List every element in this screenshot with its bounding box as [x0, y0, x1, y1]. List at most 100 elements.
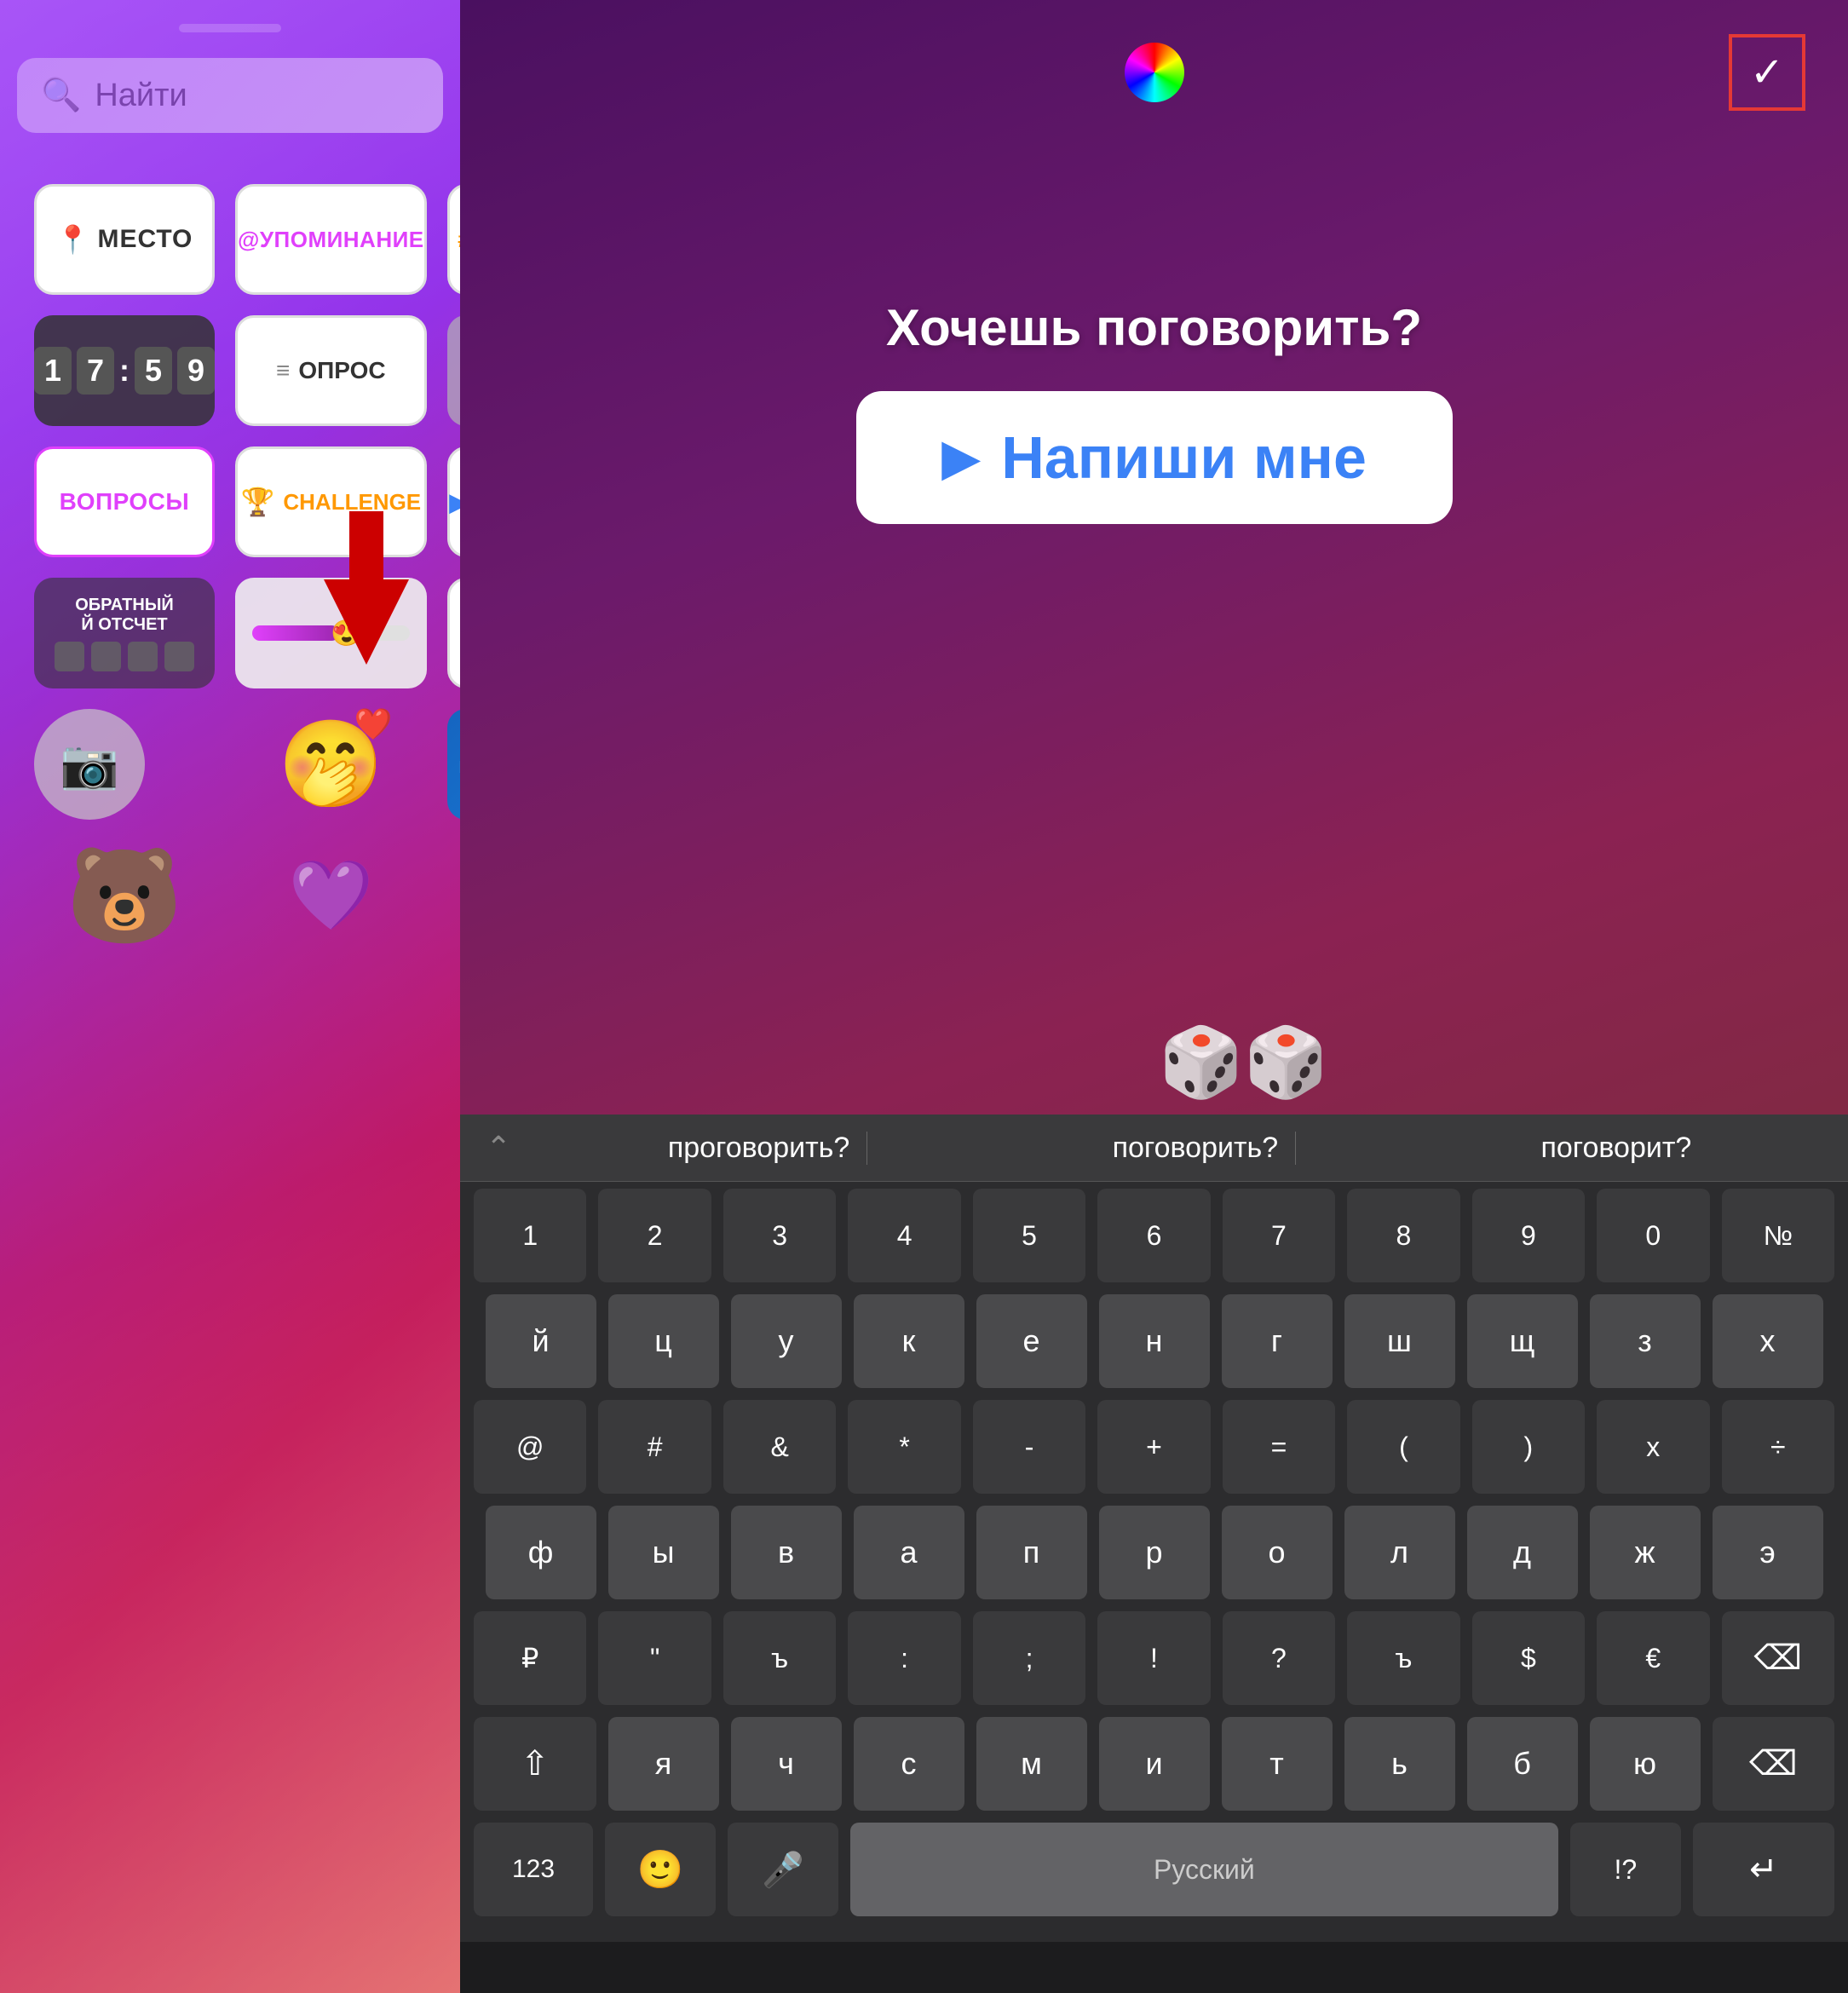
- key-1[interactable]: 1: [474, 1189, 586, 1282]
- key-я[interactable]: я: [608, 1717, 719, 1811]
- key-г[interactable]: г: [1222, 1294, 1333, 1388]
- autocomplete-word-3[interactable]: поговорит?: [1523, 1132, 1708, 1165]
- key-eq[interactable]: =: [1223, 1400, 1335, 1494]
- key-8[interactable]: 8: [1347, 1189, 1459, 1282]
- key-щ[interactable]: щ: [1467, 1294, 1578, 1388]
- key-mic[interactable]: 🎤: [728, 1823, 838, 1916]
- sticker-camera[interactable]: 📷: [34, 709, 145, 820]
- key-rub[interactable]: ₽: [474, 1611, 586, 1705]
- key-ю[interactable]: ю: [1590, 1717, 1701, 1811]
- sticker-search-q[interactable]: 🔍: [447, 315, 460, 426]
- sticker-countdown[interactable]: ОБРАТНЫЙЙ ОТСЧЕТ: [34, 578, 215, 688]
- key-э[interactable]: э: [1713, 1506, 1823, 1599]
- key-7[interactable]: 7: [1223, 1189, 1335, 1282]
- key-0[interactable]: 0: [1597, 1189, 1709, 1282]
- napishi-button[interactable]: ▶ Напиши мне: [856, 391, 1453, 524]
- key-ч[interactable]: ч: [731, 1717, 842, 1811]
- key-123[interactable]: 123: [474, 1823, 593, 1916]
- key-а[interactable]: а: [854, 1506, 964, 1599]
- search-input[interactable]: Найти: [95, 78, 187, 114]
- key-ф[interactable]: ф: [486, 1506, 596, 1599]
- key-delete[interactable]: ⌫: [1722, 1611, 1834, 1705]
- key-т[interactable]: т: [1222, 1717, 1333, 1811]
- key-д[interactable]: д: [1467, 1506, 1578, 1599]
- key-amp[interactable]: &: [723, 1400, 836, 1494]
- key-quest[interactable]: !: [1097, 1611, 1210, 1705]
- key-р[interactable]: р: [1099, 1506, 1210, 1599]
- sticker-business[interactable]: 🛍️ ПОДДЕРЖИМ МАЛЫЙ БИЗНЕС: [447, 709, 460, 820]
- key-в[interactable]: в: [731, 1506, 842, 1599]
- sticker-mention[interactable]: @УПОМИНАНИЕ: [235, 184, 427, 295]
- key-hash[interactable]: #: [598, 1400, 711, 1494]
- sticker-napishi-small[interactable]: ▶ Напиши мне: [447, 446, 460, 557]
- key-colon[interactable]: :: [848, 1611, 960, 1705]
- color-wheel[interactable]: [1125, 43, 1184, 102]
- key-space[interactable]: Русский: [850, 1823, 1558, 1916]
- key-о[interactable]: о: [1222, 1506, 1333, 1599]
- sticker-purple-heart[interactable]: 💜: [235, 840, 427, 951]
- key-3[interactable]: 3: [723, 1189, 836, 1282]
- key-п[interactable]: п: [976, 1506, 1087, 1599]
- sticker-challenge[interactable]: 🏆 CHALLENGE: [235, 446, 427, 557]
- key-plus[interactable]: +: [1097, 1400, 1210, 1494]
- key-к[interactable]: к: [854, 1294, 964, 1388]
- key-x[interactable]: x: [1597, 1400, 1709, 1494]
- sticker-slider[interactable]: 😍: [235, 578, 427, 688]
- key-delete2[interactable]: ⌫: [1713, 1717, 1835, 1811]
- key-4[interactable]: 4: [848, 1189, 960, 1282]
- key-ь[interactable]: ь: [1344, 1717, 1455, 1811]
- sticker-voprosy[interactable]: ВОПРОСЫ: [34, 446, 215, 557]
- key-с[interactable]: с: [854, 1717, 964, 1811]
- key-at[interactable]: @: [474, 1400, 586, 1494]
- key-return[interactable]: ↵: [1693, 1823, 1834, 1916]
- key-ш[interactable]: ш: [1344, 1294, 1455, 1388]
- key-lpar[interactable]: (: [1347, 1400, 1459, 1494]
- key-2[interactable]: 2: [598, 1189, 711, 1282]
- key-num[interactable]: №: [1722, 1189, 1834, 1282]
- key-5[interactable]: 5: [973, 1189, 1085, 1282]
- key-euro2[interactable]: €: [1597, 1611, 1709, 1705]
- key-excl[interactable]: ;: [973, 1611, 1085, 1705]
- key-emoji[interactable]: 🙂: [605, 1823, 716, 1916]
- sticker-poll[interactable]: ≡ ОПРОС: [235, 315, 427, 426]
- key-й[interactable]: й: [486, 1294, 596, 1388]
- key-л[interactable]: л: [1344, 1506, 1455, 1599]
- sticker-test[interactable]: ТЕСТ ✓: [447, 578, 460, 688]
- key-hardhard[interactable]: ъ: [723, 1611, 836, 1705]
- key-dollar[interactable]: ъ: [1347, 1611, 1459, 1705]
- key-ж[interactable]: ж: [1590, 1506, 1701, 1599]
- key-х[interactable]: х: [1713, 1294, 1823, 1388]
- key-exclamation[interactable]: !?: [1570, 1823, 1681, 1916]
- key-и[interactable]: и: [1099, 1717, 1210, 1811]
- sticker-clock[interactable]: 1 7 : 5 9: [34, 315, 215, 426]
- autocomplete-word-2[interactable]: поговорить?: [1096, 1132, 1297, 1165]
- key-9[interactable]: 9: [1472, 1189, 1585, 1282]
- key-е[interactable]: е: [976, 1294, 1087, 1388]
- key-6[interactable]: 6: [1097, 1189, 1210, 1282]
- key-star[interactable]: *: [848, 1400, 960, 1494]
- key-quote[interactable]: ": [598, 1611, 711, 1705]
- sticker-mouth[interactable]: 🤭 ❤️: [235, 709, 427, 820]
- key-minus[interactable]: -: [973, 1400, 1085, 1494]
- sticker-blue-bear[interactable]: 🐻: [34, 840, 215, 951]
- key-б[interactable]: б: [1467, 1717, 1578, 1811]
- key-euro[interactable]: $: [1472, 1611, 1585, 1705]
- sticker-mesto[interactable]: 📍 МЕСТО: [34, 184, 215, 295]
- key-ц[interactable]: ц: [608, 1294, 719, 1388]
- key-м[interactable]: м: [976, 1717, 1087, 1811]
- key-з[interactable]: з: [1590, 1294, 1701, 1388]
- checkmark-button[interactable]: ✓: [1729, 34, 1805, 111]
- search-bar[interactable]: 🔍 Найти: [17, 58, 443, 133]
- key-у[interactable]: у: [731, 1294, 842, 1388]
- autocomplete-expand-icon[interactable]: ⌃: [486, 1130, 537, 1166]
- key-shift[interactable]: ⇧: [474, 1717, 596, 1811]
- drag-handle[interactable]: [179, 24, 281, 32]
- sticker-hashtag[interactable]: #ХЭШТЕГ: [447, 184, 460, 295]
- key-ы[interactable]: ы: [608, 1506, 719, 1599]
- key-div[interactable]: ÷: [1722, 1400, 1834, 1494]
- key-н[interactable]: н: [1099, 1294, 1210, 1388]
- autocomplete-word-1[interactable]: проговорить?: [651, 1132, 867, 1165]
- sticker-red-heart[interactable]: ❤️ 1: [447, 840, 460, 951]
- key-tick[interactable]: ?: [1223, 1611, 1335, 1705]
- key-rpar[interactable]: ): [1472, 1400, 1585, 1494]
